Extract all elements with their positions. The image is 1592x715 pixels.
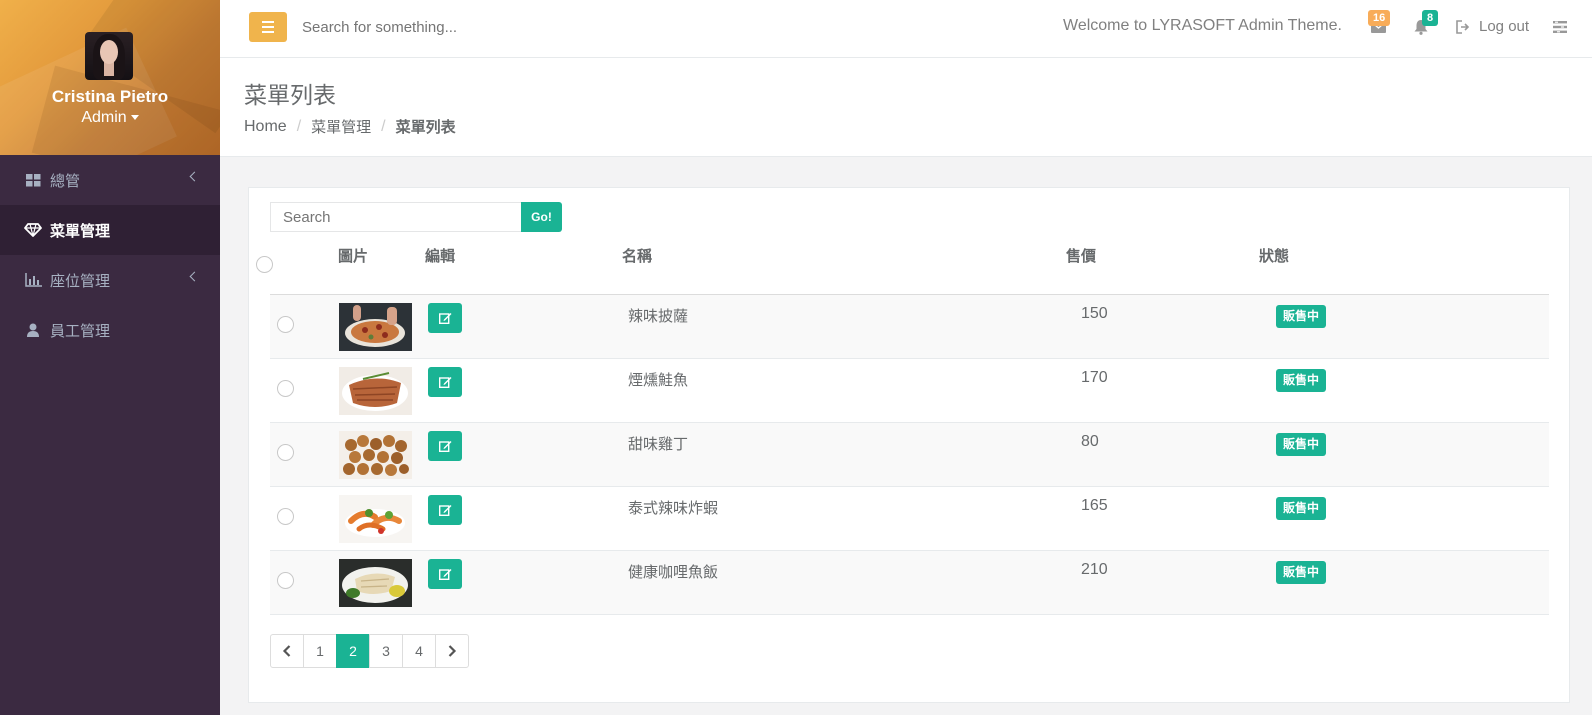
- sidebar-item-label: 座位管理: [50, 271, 111, 290]
- sidebar-item-label: 員工管理: [50, 321, 111, 340]
- pagination-next-button[interactable]: [435, 634, 469, 668]
- edit-icon: [438, 569, 451, 580]
- column-header-edit: 編輯: [425, 247, 456, 265]
- diamond-icon: [24, 221, 42, 239]
- breadcrumb-separator: /: [381, 117, 386, 135]
- messages-count-badge: 16: [1368, 10, 1391, 26]
- sidebar: Cristina Pietro Admin 總管 菜單管理 座位管理 員工管理: [0, 0, 220, 715]
- select-all-radio[interactable]: [256, 256, 273, 273]
- alerts-count-badge: 8: [1422, 10, 1439, 26]
- item-price: 165: [1081, 497, 1108, 514]
- smoked-salmon-photo: [339, 367, 412, 415]
- status-badge: 販售中: [1276, 433, 1327, 456]
- edit-button[interactable]: [428, 367, 462, 397]
- status-badge: 販售中: [1276, 305, 1327, 328]
- row-select-radio[interactable]: [277, 508, 294, 525]
- item-name: 健康咖哩魚飯: [628, 563, 719, 581]
- pagination-page-1[interactable]: 1: [303, 634, 337, 668]
- welcome-message: Welcome to LYRASOFT Admin Theme.: [1063, 17, 1342, 34]
- th-large-icon: [24, 171, 42, 189]
- pagination-prev-button[interactable]: [270, 634, 304, 668]
- sidebar-item-dashboard[interactable]: 總管: [0, 155, 220, 205]
- bar-chart-icon: [24, 271, 42, 289]
- status-badge: 販售中: [1276, 561, 1327, 584]
- page-heading: 菜單列表 Home / 菜單管理 / 菜單列表: [220, 58, 1592, 157]
- item-name: 辣味披薩: [628, 307, 689, 325]
- item-price: 80: [1081, 433, 1099, 450]
- pagination: 1 2 3 4: [270, 634, 469, 668]
- item-name: 泰式辣味炸蝦: [628, 499, 719, 517]
- menu-list-panel: Go! 圖片 編輯 名稱 售價 狀態 辣味披薩 150 販售中 煙燻鮭魚 170…: [248, 187, 1570, 703]
- user-icon: [24, 321, 42, 339]
- table-row: 泰式辣味炸蝦 165 販售中: [270, 487, 1549, 551]
- column-header-name: 名稱: [622, 247, 653, 265]
- table-row: 煙燻鮭魚 170 販售中: [270, 359, 1549, 423]
- sidebar-item-staff-management[interactable]: 員工管理: [0, 305, 220, 355]
- chevron-left-icon: [282, 645, 291, 657]
- chevron-right-icon: [448, 645, 457, 657]
- sign-out-icon: [1456, 19, 1470, 34]
- tasks-icon[interactable]: [1553, 21, 1567, 33]
- breadcrumb-separator: /: [296, 117, 302, 135]
- profile-header: Cristina Pietro Admin: [0, 0, 220, 155]
- sidebar-item-label: 菜單管理: [50, 221, 111, 240]
- item-price: 210: [1081, 561, 1108, 578]
- edit-icon: [438, 313, 451, 324]
- chevron-left-icon: [189, 271, 200, 282]
- chevron-left-icon: [189, 171, 200, 182]
- edit-icon: [438, 377, 451, 388]
- breadcrumb: Home / 菜單管理 / 菜單列表: [244, 116, 456, 137]
- edit-button[interactable]: [428, 559, 462, 589]
- pagination-page-4[interactable]: 4: [402, 634, 436, 668]
- pagination-page-2[interactable]: 2: [336, 634, 370, 668]
- profile-role-label: Admin: [81, 109, 127, 126]
- edit-button[interactable]: [428, 303, 462, 333]
- table-row: 甜味雞丁 80 販售中: [270, 423, 1549, 487]
- page-title: 菜單列表: [244, 83, 336, 109]
- column-header-price: 售價: [1066, 247, 1097, 265]
- profile-role-dropdown[interactable]: Admin: [0, 109, 220, 127]
- status-badge: 販售中: [1276, 497, 1327, 520]
- avatar[interactable]: [85, 32, 133, 80]
- status-badge: 販售中: [1276, 369, 1327, 392]
- go-button[interactable]: Go!: [521, 202, 562, 232]
- breadcrumb-menu-management[interactable]: 菜單管理: [311, 116, 371, 137]
- item-name: 煙燻鮭魚: [628, 371, 689, 389]
- table-row: 辣味披薩 150 販售中: [270, 295, 1549, 359]
- thai-shrimp-photo: [339, 495, 412, 543]
- table-search-input[interactable]: [270, 202, 522, 232]
- top-search-input[interactable]: [302, 14, 602, 40]
- pizza-photo: [339, 303, 412, 351]
- edit-icon: [438, 505, 451, 516]
- caret-down-icon: [130, 115, 139, 121]
- row-select-radio[interactable]: [277, 444, 294, 461]
- top-navbar: Welcome to LYRASOFT Admin Theme. 16 8 Lo…: [220, 0, 1592, 58]
- pagination-page-3[interactable]: 3: [369, 634, 403, 668]
- menu-toggle-button[interactable]: [249, 12, 287, 42]
- curry-fish-photo: [339, 559, 412, 607]
- breadcrumb-home[interactable]: Home: [244, 118, 287, 136]
- item-price: 170: [1081, 369, 1108, 386]
- row-select-radio[interactable]: [277, 316, 294, 333]
- row-select-radio[interactable]: [277, 572, 294, 589]
- table-row: 健康咖哩魚飯 210 販售中: [270, 551, 1549, 615]
- sidebar-item-menu-management[interactable]: 菜單管理: [0, 205, 220, 255]
- logout-link[interactable]: Log out: [1456, 18, 1529, 35]
- item-name: 甜味雞丁: [628, 435, 689, 453]
- breadcrumb-current: 菜單列表: [395, 118, 456, 136]
- item-price: 150: [1081, 305, 1108, 322]
- chicken-bites-photo: [339, 431, 412, 479]
- sidebar-item-seat-management[interactable]: 座位管理: [0, 255, 220, 305]
- edit-button[interactable]: [428, 495, 462, 525]
- logout-label: Log out: [1479, 18, 1530, 35]
- row-select-radio[interactable]: [277, 380, 294, 397]
- column-header-status: 狀態: [1259, 247, 1290, 265]
- column-header-image: 圖片: [338, 247, 369, 265]
- edit-icon: [438, 441, 451, 452]
- edit-button[interactable]: [428, 431, 462, 461]
- profile-name: Cristina Pietro: [51, 87, 169, 106]
- sidebar-item-label: 總管: [50, 171, 81, 190]
